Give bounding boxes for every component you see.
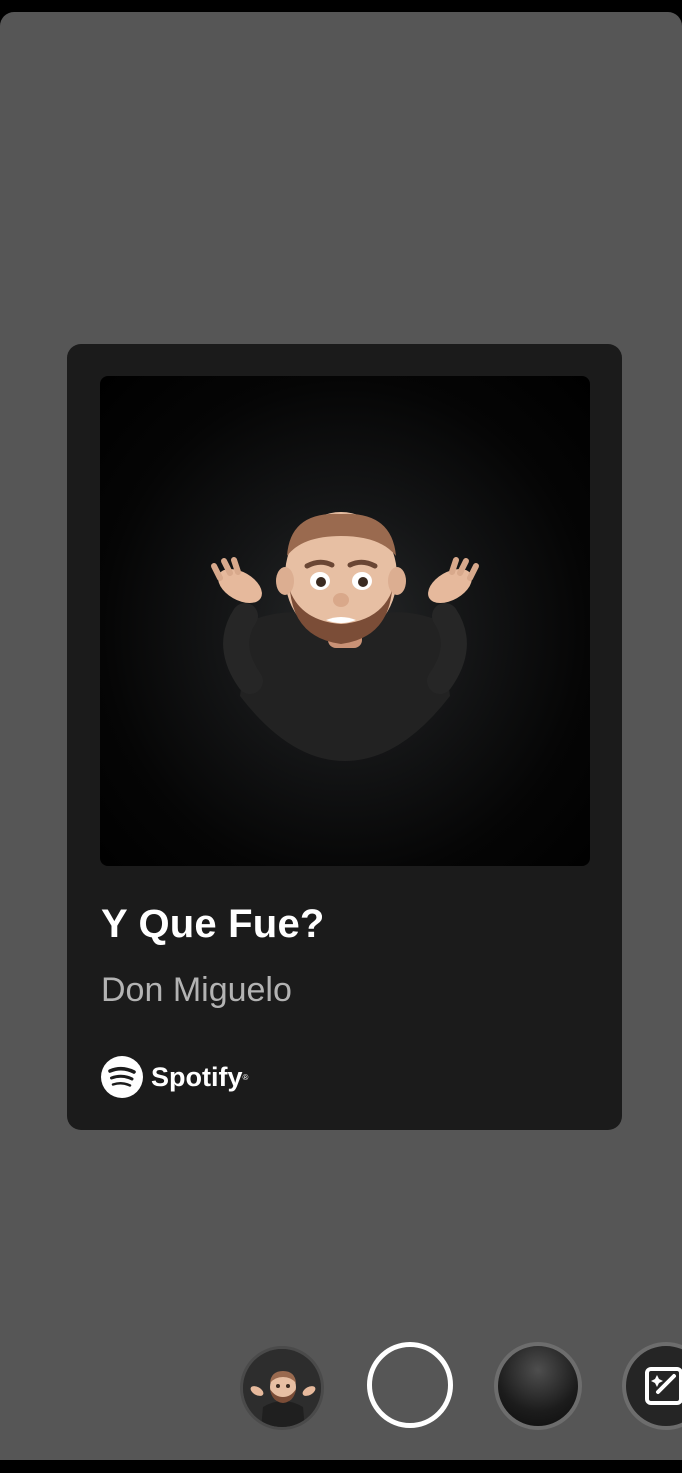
artist-name: Don Miguelo (101, 971, 292, 1009)
spotify-wordmark: Spotify (151, 1061, 243, 1092)
memoji-thumbnail[interactable] (240, 1346, 324, 1430)
track-title: Y Que Fue? (101, 902, 325, 946)
story-canvas: Y Que Fue? Don Miguelo Spotify ® (0, 12, 682, 1460)
spotify-logo-icon (101, 1056, 143, 1098)
edit-effects-button[interactable] (622, 1342, 682, 1430)
capture-button[interactable] (367, 1342, 453, 1428)
album-artwork (100, 376, 590, 866)
dark-background-option[interactable] (494, 1342, 582, 1430)
capture-controls (0, 1342, 682, 1432)
spotify-brand: Spotify ® (101, 1056, 248, 1098)
registered-mark: ® (242, 1072, 249, 1082)
sparkle-edit-icon (645, 1367, 682, 1405)
memoji-thumbnail-icon (243, 1349, 321, 1427)
memoji-shrug-artwork (211, 512, 479, 761)
track-share-card[interactable]: Y Que Fue? Don Miguelo Spotify ® (67, 344, 622, 1130)
